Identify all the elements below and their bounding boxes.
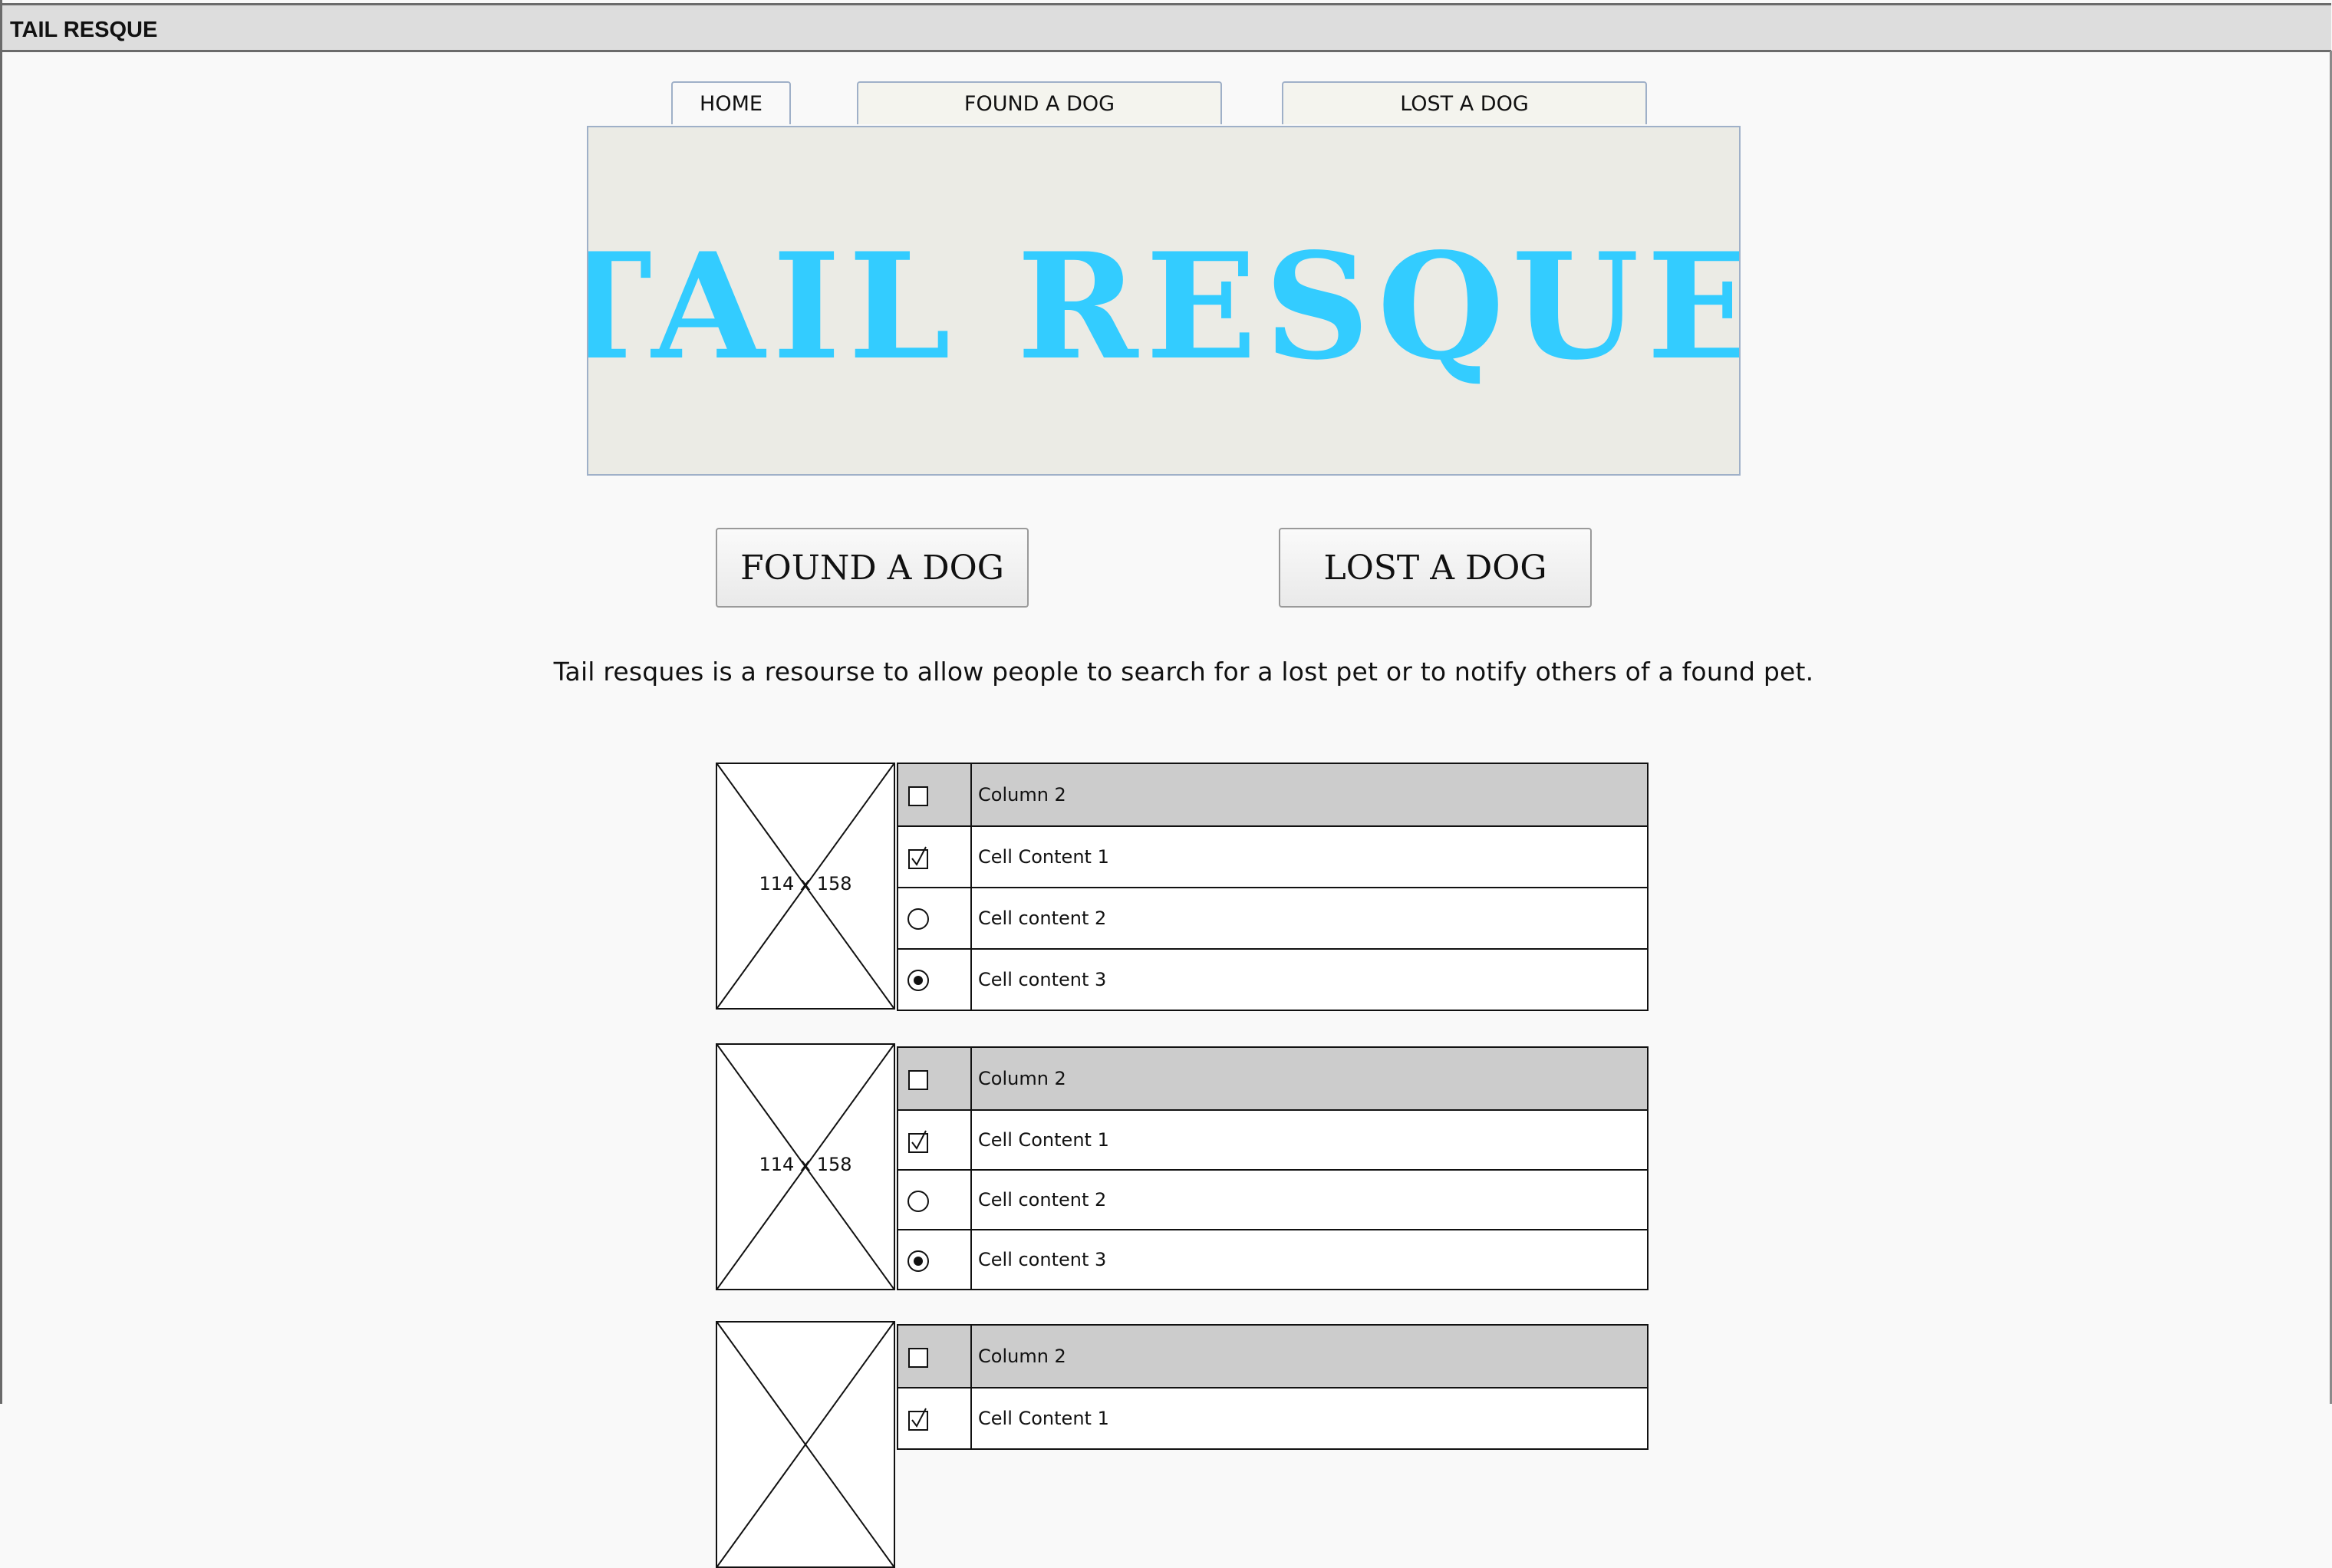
tab-found-a-dog-label: FOUND A DOG	[963, 91, 1115, 116]
column-header: Column 2	[978, 1346, 1066, 1367]
row-check-cell	[898, 950, 972, 1010]
header-check-cell	[898, 764, 972, 825]
image-placeholder	[716, 1321, 895, 1568]
radio-unselected-icon[interactable]	[904, 1188, 932, 1215]
cell-text: Cell Content 1	[978, 1408, 1109, 1429]
window-title: TAIL RESQUE	[10, 18, 158, 42]
table-row[interactable]: Cell content 3	[898, 948, 1647, 1010]
column-header: Column 2	[978, 784, 1066, 805]
header-check-cell	[898, 1048, 972, 1109]
radio-unselected-icon[interactable]	[904, 905, 932, 933]
data-grid: Column 2 Cell Content 1 Cell content 2 C…	[897, 763, 1649, 1011]
description-label: Tail resques is a resourse to allow peop…	[553, 657, 1814, 687]
row-check-cell	[898, 1111, 972, 1169]
table-row[interactable]: Cell Content 1	[898, 1109, 1647, 1169]
cell-text: Cell content 3	[978, 1249, 1107, 1270]
table-row[interactable]: Cell Content 1	[898, 1387, 1647, 1448]
table-row[interactable]: Cell content 3	[898, 1229, 1647, 1289]
checkbox-unchecked-icon[interactable]	[904, 1342, 932, 1370]
row-check-cell	[898, 1388, 972, 1448]
checkbox-checked-icon[interactable]	[904, 1128, 932, 1155]
grid-header-row: Column 2	[898, 1326, 1647, 1387]
tab-home[interactable]: HOME	[671, 81, 791, 124]
tab-found-a-dog[interactable]: FOUND A DOG	[857, 81, 1222, 124]
column-header: Column 2	[978, 1068, 1066, 1089]
banner-logo-text: TAIL RESQUE	[588, 221, 1739, 392]
image-size-label: 114 x 158	[759, 873, 852, 894]
app-window: TAIL RESQUE HOME FOUND A DOG LOST A DOG …	[0, 0, 2332, 1568]
row-check-cell	[898, 888, 972, 948]
image-size-label: 114 x 158	[759, 1154, 852, 1175]
header-check-cell	[898, 1326, 972, 1387]
lost-a-dog-button-label: LOST A DOG	[1323, 548, 1547, 588]
radio-selected-icon[interactable]	[904, 967, 932, 994]
checkbox-unchecked-icon[interactable]	[904, 781, 932, 809]
found-a-dog-button-label: FOUND A DOG	[740, 548, 1004, 588]
checkbox-checked-icon[interactable]	[904, 1405, 932, 1433]
radio-selected-icon[interactable]	[904, 1247, 932, 1275]
data-grid: Column 2 Cell Content 1	[897, 1324, 1649, 1450]
tab-lost-a-dog[interactable]: LOST A DOG	[1282, 81, 1647, 124]
cell-text: Cell Content 1	[978, 1129, 1109, 1151]
row-check-cell	[898, 827, 972, 887]
table-row[interactable]: Cell content 2	[898, 887, 1647, 948]
row-check-cell	[898, 1230, 972, 1289]
cell-text: Cell content 3	[978, 969, 1107, 990]
placeholder-cross-icon	[717, 1323, 894, 1566]
image-placeholder: 114 x 158	[716, 1043, 895, 1290]
data-grid: Column 2 Cell Content 1 Cell content 2 C…	[897, 1046, 1649, 1290]
image-placeholder: 114 x 158	[716, 763, 895, 1010]
table-row[interactable]: Cell content 2	[898, 1169, 1647, 1229]
checkbox-checked-icon[interactable]	[904, 844, 932, 871]
row-check-cell	[898, 1171, 972, 1229]
lost-a-dog-button[interactable]: LOST A DOG	[1279, 528, 1592, 608]
grid-header-row: Column 2	[898, 1048, 1647, 1109]
title-bar: TAIL RESQUE	[2, 3, 2331, 52]
cell-text: Cell Content 1	[978, 846, 1109, 868]
cell-text: Cell content 2	[978, 908, 1107, 929]
grid-header-row: Column 2	[898, 764, 1647, 825]
tab-home-label: HOME	[700, 91, 763, 116]
table-row[interactable]: Cell Content 1	[898, 825, 1647, 887]
checkbox-unchecked-icon[interactable]	[904, 1065, 932, 1092]
tab-lost-a-dog-label: LOST A DOG	[1400, 91, 1529, 116]
description-text: Tail resques is a resourse to allow peop…	[2, 657, 2332, 687]
banner-panel: TAIL RESQUE	[587, 126, 1741, 476]
banner-logo-image: TAIL RESQUE	[588, 221, 1739, 392]
cell-text: Cell content 2	[978, 1189, 1107, 1211]
found-a-dog-button[interactable]: FOUND A DOG	[716, 528, 1029, 608]
